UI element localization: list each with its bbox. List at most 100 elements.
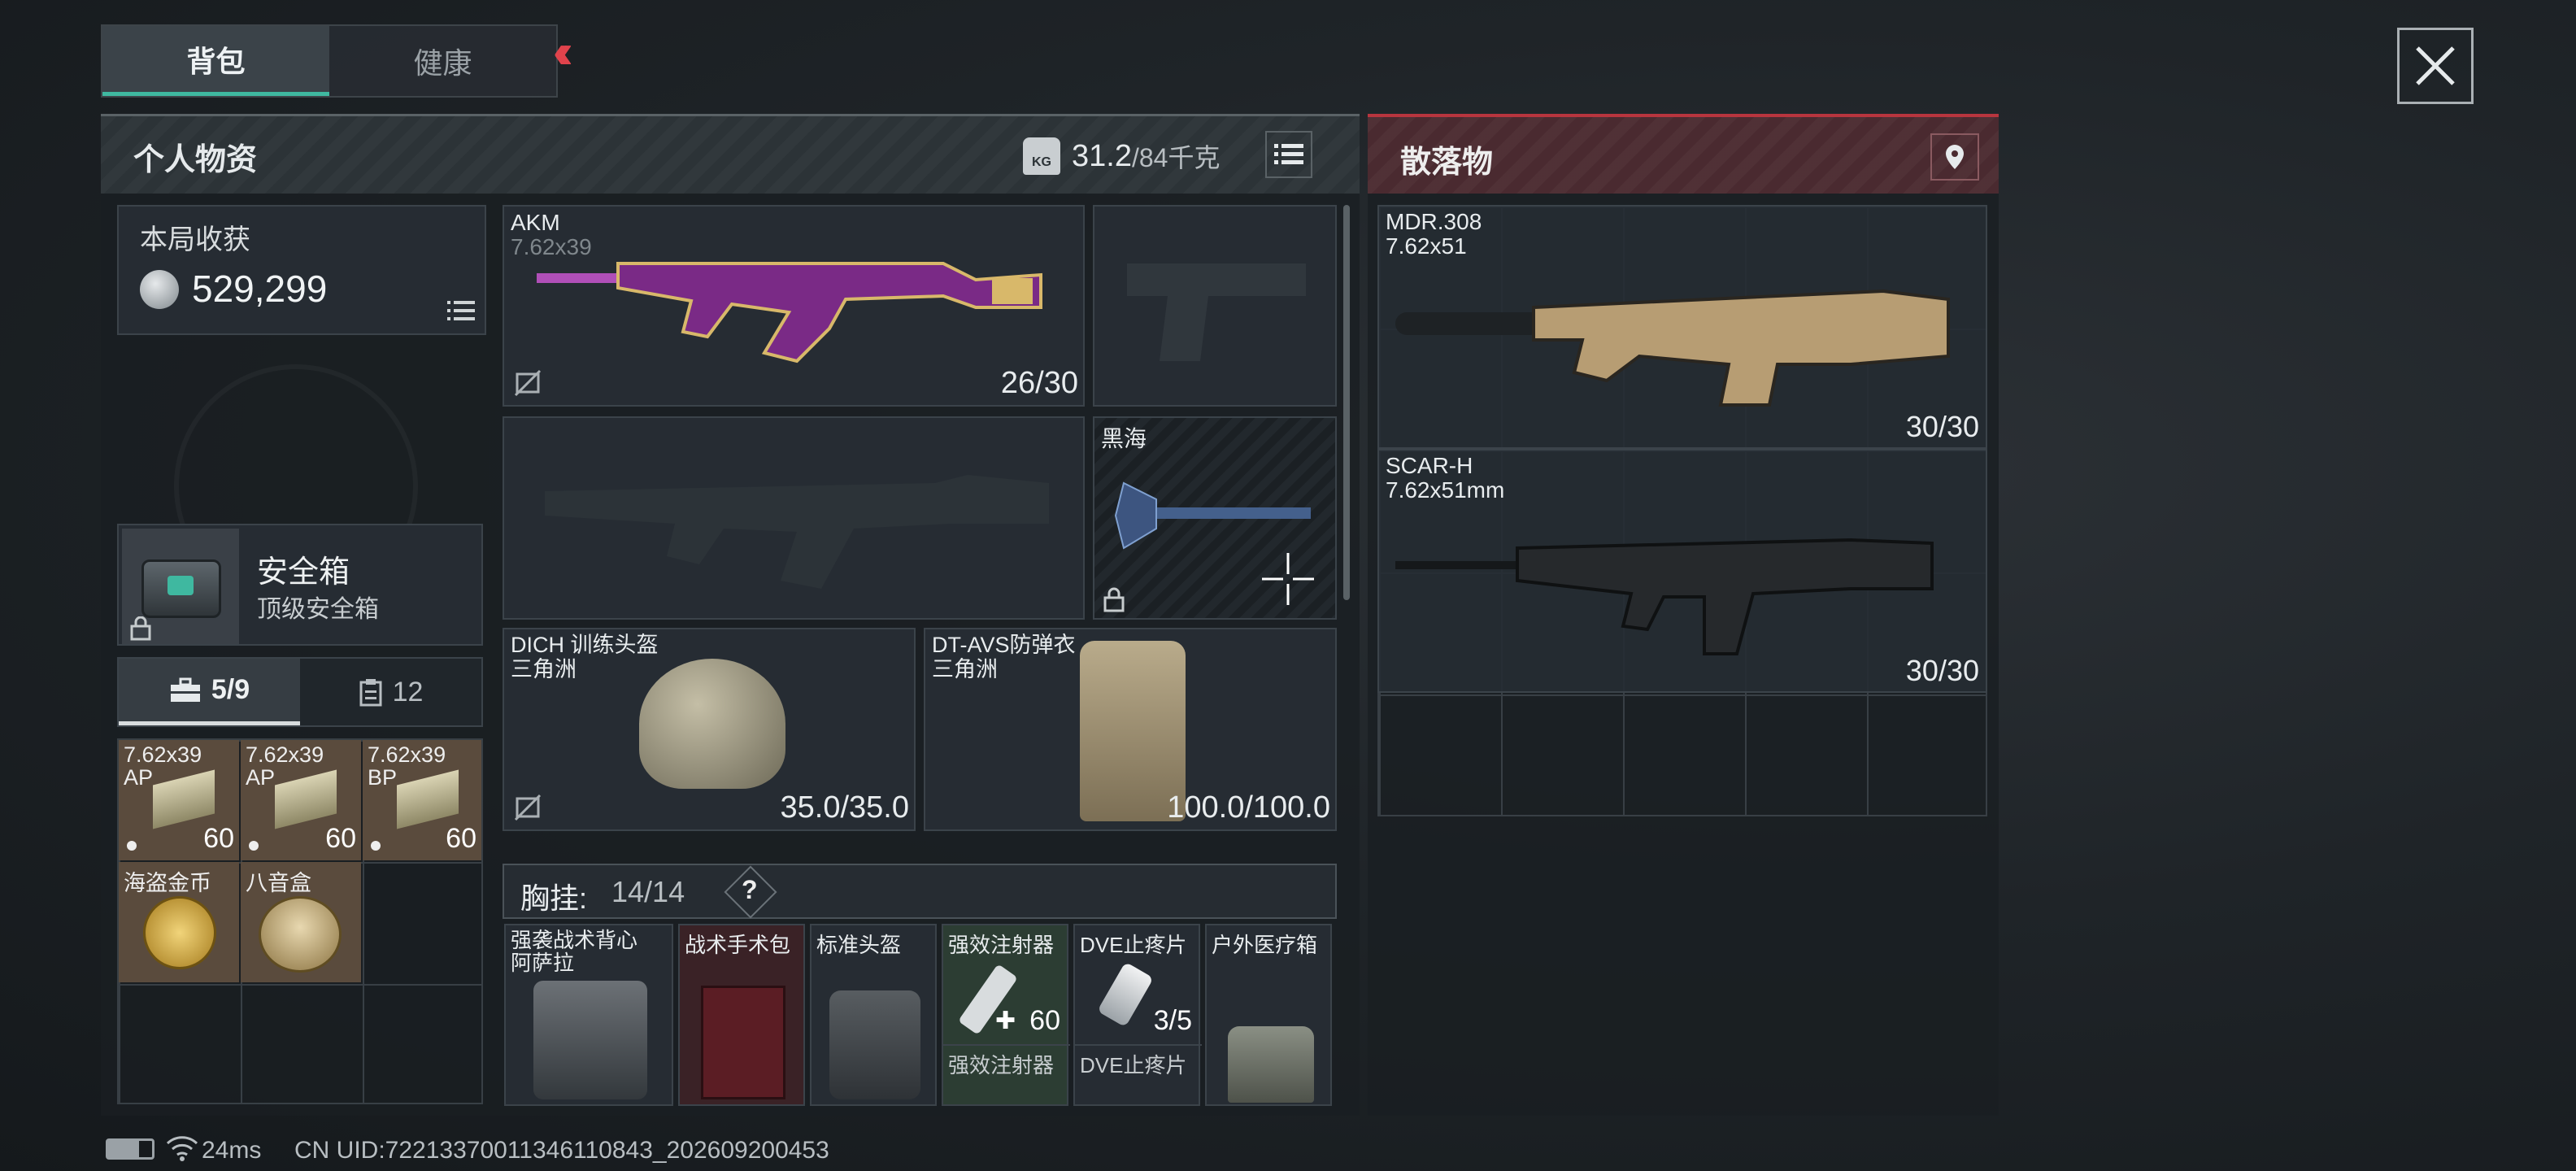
rig-item-name: DVE止疼片: [1080, 933, 1187, 957]
personal-panel-title: 个人物资: [133, 143, 258, 177]
weight-current: 31.2: [1072, 138, 1132, 173]
battery-icon: [106, 1138, 154, 1160]
loot-item-ammo: 30/30: [1905, 410, 1979, 443]
uid-text: CN UID:72213370011346110843_202609200453: [294, 1137, 829, 1164]
rig-item[interactable]: DVE止疼片 3/5 DVE止疼片: [1073, 924, 1202, 1106]
primary-weapon-slot[interactable]: AKM 7.62x39 26/30: [503, 205, 1085, 407]
akm-rifle-image: [537, 262, 1042, 363]
loot-item-ammo: 30/30: [1905, 654, 1979, 687]
secondary-weapon-slot[interactable]: [503, 416, 1085, 620]
rig-item-name: 强袭战术背心: [511, 928, 638, 952]
rig-item-name-2: 强效注射器: [948, 1053, 1055, 1077]
rig-item[interactable]: 强袭战术背心 阿萨拉: [504, 924, 673, 1106]
close-icon: [2416, 46, 2455, 85]
container-item[interactable]: 八音盒: [241, 862, 361, 982]
help-icon: ?: [742, 875, 758, 904]
weight-max: /84千克: [1131, 143, 1221, 172]
melee-slot[interactable]: 黑海: [1093, 416, 1337, 620]
helmet-name: DICH 训练头盔: [511, 633, 659, 657]
pistol-slot[interactable]: [1093, 205, 1337, 407]
item-count: 60: [446, 823, 476, 854]
container-tab-pouch[interactable]: 12: [300, 659, 481, 725]
lock-icon: [130, 616, 151, 641]
rig-item[interactable]: 战术手术包: [678, 924, 805, 1106]
close-button[interactable]: [2397, 28, 2474, 104]
container-tab-backpack[interactable]: 5/9: [119, 659, 300, 725]
sort-list-button[interactable]: [1265, 131, 1312, 178]
item-sub: AP: [124, 765, 154, 790]
rig-item-count: 3/5: [1153, 1005, 1192, 1036]
container-tab-backpack-label: 5/9: [211, 674, 250, 705]
ammo-dot-icon: [249, 841, 259, 851]
locate-button[interactable]: [1930, 133, 1979, 181]
loot-panel-header: 散落物: [1368, 114, 1999, 194]
loot-item[interactable]: SCAR-H 7.62x51mm 30/30: [1377, 449, 1987, 693]
earnings-list-icon[interactable]: [447, 299, 475, 322]
chest-rig-label: 胸挂:: [520, 882, 588, 915]
plus-icon: ✚: [995, 1008, 1016, 1034]
axe-image: [1114, 481, 1311, 550]
clipboard-icon: [359, 679, 382, 707]
crosshair-cursor-icon: [1262, 553, 1314, 605]
safe-box-card[interactable]: 安全箱 顶级安全箱: [117, 524, 483, 646]
container-item[interactable]: 海盗金币: [119, 862, 239, 982]
painkiller-bottle-image: [1097, 961, 1154, 1028]
loot-item-name: MDR.308: [1386, 209, 1482, 234]
lock-icon: [1103, 587, 1125, 612]
rig-item[interactable]: 强效注射器 ✚ 60 强效注射器: [942, 924, 1070, 1106]
tactical-vest-image: [533, 981, 647, 1099]
rig-item-name: 标准头盔: [816, 933, 902, 957]
armor-slot[interactable]: DT-AVS防弹衣 三角洲 100.0/100.0: [924, 628, 1337, 831]
ammo-dot-icon: [371, 841, 381, 851]
melee-name: 黑海: [1101, 426, 1147, 451]
armor-durability: 100.0/100.0: [1167, 790, 1330, 825]
container-item[interactable]: 7.62x39 AP 60: [241, 740, 361, 860]
item-count: 60: [203, 823, 234, 854]
rig-item[interactable]: 户外医疗箱: [1205, 924, 1332, 1106]
safe-box-image: [122, 529, 239, 644]
no-mod-icon: [514, 794, 542, 821]
pistol-silhouette-icon: [1127, 263, 1306, 361]
tab-health[interactable]: 健康: [329, 26, 556, 96]
chest-rig-header: 胸挂: 14/14 ?: [503, 864, 1337, 919]
earnings-label: 本局收获: [140, 224, 250, 255]
location-pin-icon: [1946, 145, 1964, 169]
container-tab-pouch-label: 12: [392, 676, 424, 707]
helmet-slot[interactable]: DICH 训练头盔 三角洲 35.0/35.0: [503, 628, 916, 831]
item-name: 7.62x39: [246, 742, 324, 767]
tab-backpack[interactable]: 背包: [102, 26, 329, 96]
safe-box-title: 安全箱: [257, 555, 350, 590]
top-tab-bar: 背包 健康: [101, 24, 558, 98]
loot-panel-title: 散落物: [1400, 146, 1494, 180]
item-name: 7.62x39: [368, 742, 446, 767]
wifi-icon: [166, 1136, 198, 1161]
container-item[interactable]: 7.62x39 BP 60: [363, 740, 481, 860]
earnings-value: 529,299: [192, 268, 328, 310]
item-name: 7.62x39: [124, 742, 202, 767]
ammo-dot-icon: [127, 841, 137, 851]
helmet-image: [639, 659, 785, 789]
safe-box-subtitle: 顶级安全箱: [257, 596, 379, 623]
container-item[interactable]: 7.62x39 AP 60: [119, 740, 239, 860]
collapse-chevron-icon[interactable]: ‹‹: [553, 28, 602, 76]
list-icon: [1274, 144, 1303, 164]
rifle-silhouette-icon: [545, 475, 1049, 589]
loot-item[interactable]: MDR.308 7.62x51 30/30: [1377, 205, 1987, 449]
no-mod-icon: [514, 369, 542, 397]
surgery-kit-image: [701, 986, 785, 1099]
chest-rig-capacity: 14/14: [611, 875, 685, 908]
scar-rifle-image: [1395, 538, 1934, 655]
rig-item-count: 60: [1029, 1005, 1060, 1036]
rig-item[interactable]: 标准头盔: [810, 924, 937, 1106]
earnings-card[interactable]: 本局收获 529,299: [117, 205, 486, 335]
music-box-image: [259, 896, 342, 973]
standard-helmet-image: [829, 990, 920, 1099]
helmet-durability: 35.0/35.0: [780, 790, 909, 825]
weapon-ammo: 26/30: [1000, 366, 1078, 400]
item-sub: BP: [368, 765, 398, 790]
equipment-scrollbar[interactable]: [1343, 205, 1350, 600]
medical-kit-image: [1228, 1026, 1314, 1103]
item-name: 海盗金币: [124, 871, 211, 895]
container-tabs: 5/9 12: [117, 657, 483, 727]
gold-coin-image: [143, 896, 216, 969]
